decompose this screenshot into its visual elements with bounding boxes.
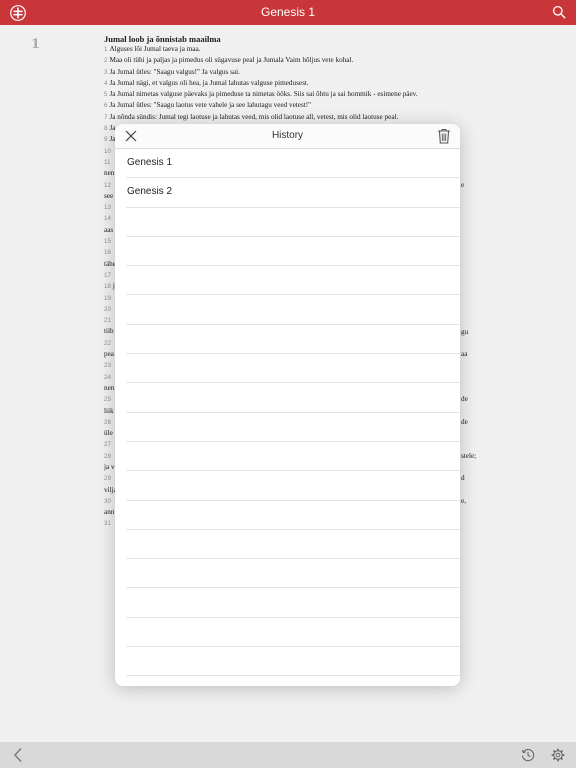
history-title: History [271,130,304,141]
history-item-label: Genesis 1 [127,157,173,168]
history-item [126,237,460,267]
history-item [126,383,460,413]
history-item [126,295,460,325]
history-item [126,325,460,355]
history-item[interactable]: Genesis 1 [126,149,460,179]
history-item [126,559,460,589]
history-item [126,208,460,237]
trash-icon[interactable] [437,128,451,144]
history-item [126,354,460,384]
history-item [126,647,460,677]
history-item [126,501,460,530]
history-item[interactable]: Genesis 2 [126,178,460,208]
chevron-left-icon[interactable] [12,747,24,763]
history-popup: History Genesis 1 Genesis 2 [115,124,460,686]
history-item [126,588,460,618]
history-item [126,442,460,472]
history-icon[interactable] [521,748,535,762]
history-item [126,471,460,501]
history-item-label: Genesis 2 [127,186,173,198]
search-icon[interactable] [552,5,566,19]
history-item [126,266,460,296]
history-list: Genesis 1 Genesis 2 [115,149,460,677]
top-bar: Genesis 1 [0,0,576,25]
page-title[interactable]: Genesis 1 [0,5,576,19]
history-item [126,618,460,648]
history-item [126,413,460,442]
gear-icon[interactable] [551,748,565,762]
bottom-toolbar [0,742,576,768]
history-item [126,530,460,560]
history-header: History [115,124,460,149]
